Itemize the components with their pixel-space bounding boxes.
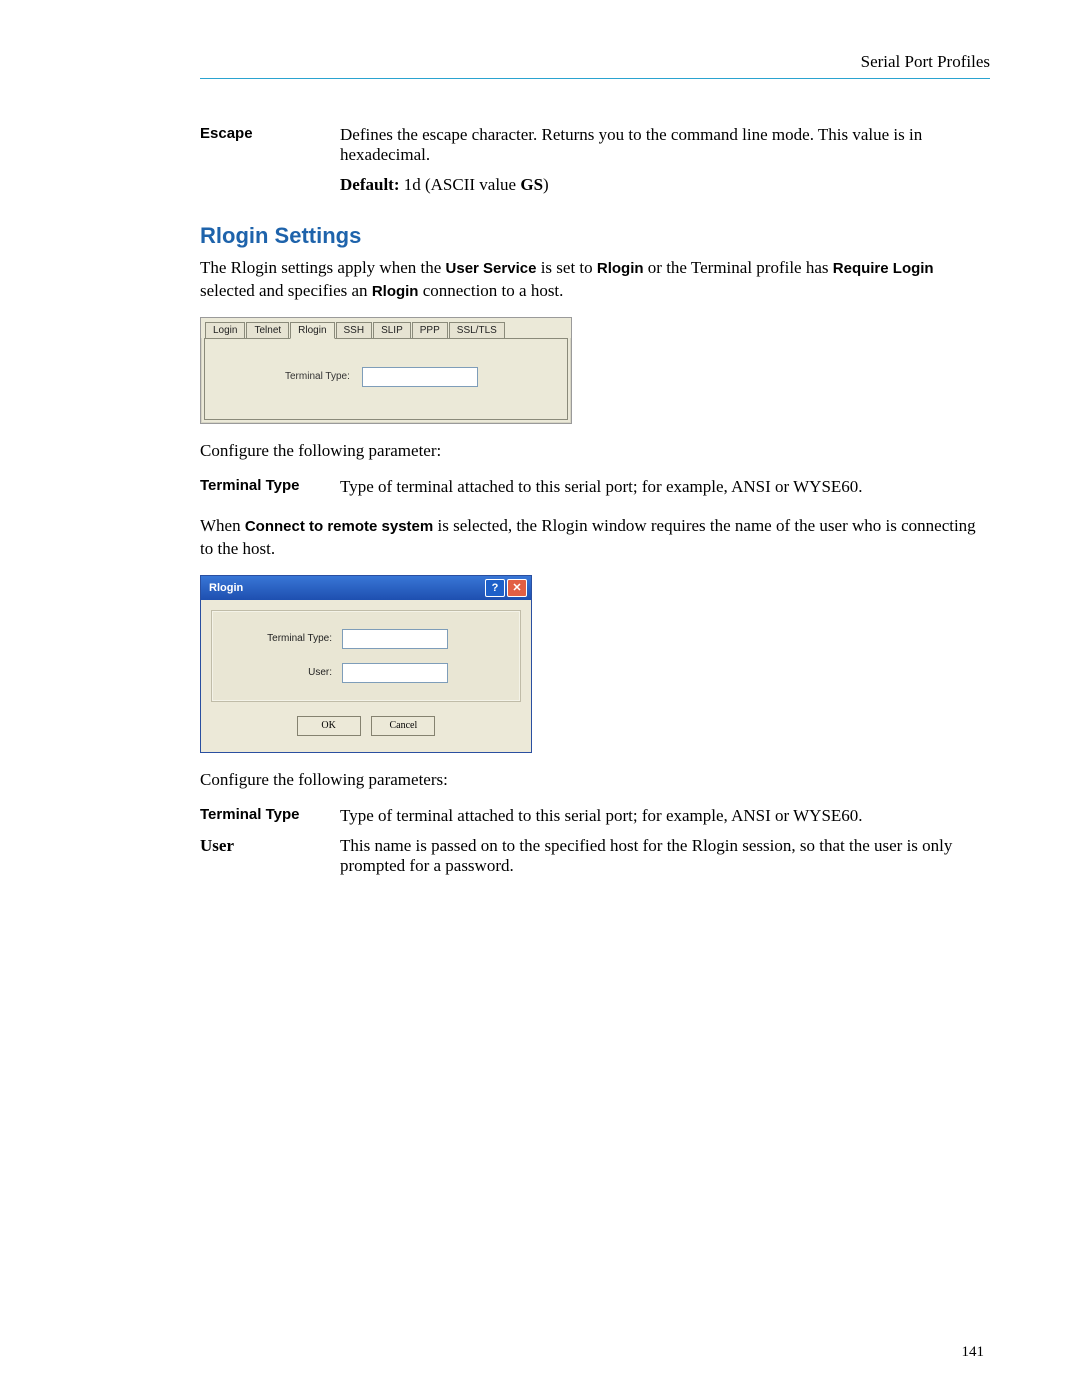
dialog-panel: Terminal Type: User: bbox=[211, 610, 521, 702]
tt1-term: Terminal Type bbox=[200, 477, 340, 497]
terminal-type-label: Terminal Type: bbox=[285, 371, 350, 382]
rlogin-intro: The Rlogin settings apply when the User … bbox=[200, 257, 990, 303]
intro-post: selected and specifies an bbox=[200, 281, 372, 300]
crp-b: Connect to remote system bbox=[245, 518, 433, 535]
user-def: User This name is passed on to the speci… bbox=[200, 836, 990, 876]
tab-ssltls[interactable]: SSL/TLS bbox=[449, 322, 505, 339]
dialog-title: Rlogin bbox=[209, 582, 243, 594]
tab-login[interactable]: Login bbox=[205, 322, 245, 339]
tab-body: Terminal Type: bbox=[204, 338, 568, 420]
dialog-user-label: User: bbox=[222, 667, 342, 678]
dialog-terminal-type-label: Terminal Type: bbox=[222, 633, 342, 644]
default-value-bold: GS bbox=[520, 175, 543, 194]
configure-parameters: Configure the following parameters: bbox=[200, 769, 990, 792]
user-body: This name is passed on to the specified … bbox=[340, 836, 990, 876]
default-value-pre: 1d (ASCII value bbox=[399, 175, 520, 194]
terminal-type-def-2: Terminal Type Type of terminal attached … bbox=[200, 806, 990, 826]
dialog-user-input[interactable] bbox=[342, 663, 448, 683]
tab-ppp[interactable]: PPP bbox=[412, 322, 448, 339]
page-number: 141 bbox=[962, 1344, 985, 1361]
escape-default: Default: 1d (ASCII value GS) bbox=[340, 175, 990, 195]
tabstrip: Login Telnet Rlogin SSH SLIP PPP SSL/TLS bbox=[201, 318, 571, 338]
escape-body: Defines the escape character. Returns yo… bbox=[340, 125, 990, 165]
tab-slip[interactable]: SLIP bbox=[373, 322, 411, 339]
default-value-post: ) bbox=[543, 175, 549, 194]
escape-definition: Escape Defines the escape character. Ret… bbox=[200, 125, 990, 165]
dialog-terminal-type-input[interactable] bbox=[342, 629, 448, 649]
page-header: Serial Port Profiles bbox=[200, 52, 990, 78]
tab-telnet[interactable]: Telnet bbox=[246, 322, 289, 339]
intro-b2: Rlogin bbox=[597, 260, 644, 277]
escape-term: Escape bbox=[200, 125, 340, 165]
intro-b4: Rlogin bbox=[372, 283, 419, 300]
intro-b3: Require Login bbox=[833, 260, 934, 277]
tt2-term: Terminal Type bbox=[200, 806, 340, 826]
user-term: User bbox=[200, 836, 340, 876]
intro-pre: The Rlogin settings apply when the bbox=[200, 258, 446, 277]
default-label: Default: bbox=[340, 175, 399, 194]
tt2-body: Type of terminal attached to this serial… bbox=[340, 806, 990, 826]
configure-parameter: Configure the following parameter: bbox=[200, 440, 990, 463]
tab-rlogin[interactable]: Rlogin bbox=[290, 322, 334, 339]
close-icon[interactable]: ✕ bbox=[507, 579, 527, 597]
crp-pre: When bbox=[200, 516, 245, 535]
help-icon[interactable]: ? bbox=[485, 579, 505, 597]
intro-mid2: or the Terminal profile has bbox=[644, 258, 833, 277]
dialog-titlebar: Rlogin ? ✕ bbox=[201, 576, 531, 600]
tt1-body: Type of terminal attached to this serial… bbox=[340, 477, 990, 497]
intro-tail: connection to a host. bbox=[418, 281, 563, 300]
rlogin-dialog: Rlogin ? ✕ Terminal Type: User: OK Cance… bbox=[200, 575, 532, 753]
connect-remote-para: When Connect to remote system is selecte… bbox=[200, 515, 990, 561]
intro-b1: User Service bbox=[446, 260, 537, 277]
intro-mid1: is set to bbox=[536, 258, 596, 277]
terminal-type-input[interactable] bbox=[362, 367, 478, 387]
section-title: Rlogin Settings bbox=[200, 223, 990, 249]
header-rule bbox=[200, 78, 990, 79]
rlogin-tab-panel: Login Telnet Rlogin SSH SLIP PPP SSL/TLS… bbox=[200, 317, 572, 424]
tab-ssh[interactable]: SSH bbox=[336, 322, 373, 339]
cancel-button[interactable]: Cancel bbox=[371, 716, 435, 736]
terminal-type-def-1: Terminal Type Type of terminal attached … bbox=[200, 477, 990, 497]
ok-button[interactable]: OK bbox=[297, 716, 361, 736]
